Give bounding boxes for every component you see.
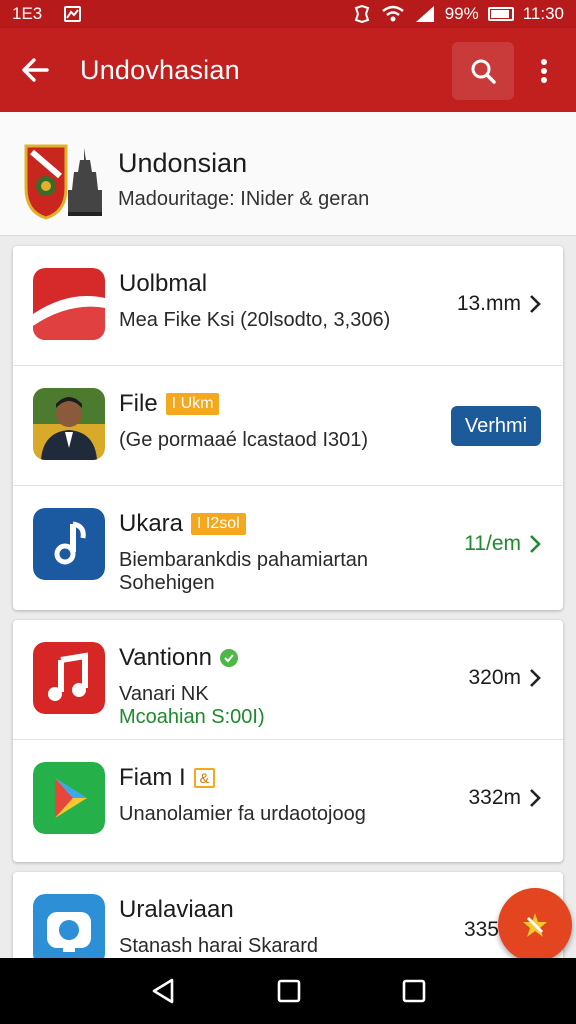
publisher-header: Undonsian Madouritage: INider & geran [0,112,576,236]
app-subtitle: Vanari NK [119,683,209,705]
app-title: Fiam I & [119,764,216,792]
verified-check-icon [219,649,238,667]
status-time: 11:30 [522,4,564,23]
app-size-text: 13.mm [456,292,521,315]
app-title-text: File [119,390,158,417]
chevron-right-icon [530,535,541,553]
chevron-right-icon [530,669,541,687]
app-subtitle-secondary: Mcoahian S:00I) [119,706,265,728]
app-title: File I Ukm [119,390,220,418]
music-red-icon [33,642,105,714]
battery-percent: 99% [444,4,479,23]
vibrate-icon [354,5,369,23]
chart-notification-icon [64,6,82,22]
list-item[interactable]: Uolbmal Mea Fike Ksi (20lsodto, 3,306) 1… [13,246,563,366]
app-size-text: 11/em [464,532,521,555]
wifi-icon [381,5,404,22]
app-title: Vantionn [119,644,238,672]
app-subtitle-secondary: Sohehigen [119,572,215,594]
verify-button[interactable]: Verhmi [451,406,541,446]
app-subtitle: Mea Fike Ksi (20lsodto, 3,306) [119,309,391,331]
publisher-title: Undonsian [118,148,248,178]
camera-app-icon [33,894,105,966]
app-subtitle: Unanolamier fa urdaotojoog [119,803,366,825]
app-size-text: 335 [463,918,499,941]
list-item[interactable]: Fiam I & Unanolamier fa urdaotojoog 332m [13,740,563,860]
nav-home-icon[interactable] [277,979,301,1003]
app-title: Uralaviaan [119,896,234,924]
back-button[interactable] [0,28,70,112]
app-size: 11/em [464,532,541,556]
music-app-icon [33,508,105,580]
app-bar: Undovhasian [0,28,576,112]
nav-recents-icon[interactable] [402,979,426,1003]
app-size: 320m [468,666,541,690]
battery-icon [487,7,514,21]
app-size-text: 320m [468,666,521,689]
play-store-icon [33,762,105,834]
signal-icon [415,6,434,22]
status-left-text: 1E3 [12,4,43,23]
app-subtitle: Biembarankdis pahamiartan [119,549,369,571]
app-subtitle: (Ge pormaaé lcastaod I301) [119,429,369,451]
app-list-card: Uolbmal Mea Fike Ksi (20lsodto, 3,306) 1… [13,246,563,610]
app-size: 335 [464,918,499,942]
app-list-card: Vantionn Vanari NK Mcoahian S:00I) 320m … [13,620,563,862]
app-tag-badge: I I2sol [191,513,246,535]
app-title-text: Vantionn [119,644,212,671]
chevron-right-icon [530,789,541,807]
list-item[interactable]: File I Ukm (Ge pormaaé lcastaod I301) Ve… [13,366,563,486]
app-title-text: Uralaviaan [119,896,234,923]
nav-back-icon[interactable] [150,977,176,1005]
floating-action-button[interactable] [498,888,572,962]
app-tag-badge: & [193,768,216,788]
app-size: 13.mm [457,292,541,316]
flag-app-icon [33,268,105,340]
system-nav-bar [0,958,576,1024]
status-bar: 1E3 99% 11:30 [0,0,576,28]
more-options-button[interactable] [524,42,564,100]
app-title-text: Fiam I [119,764,186,791]
app-title: Uolbmal [119,270,207,298]
app-title-text: Uolbmal [119,270,208,297]
app-tag-badge: I Ukm [165,393,220,415]
search-button[interactable] [452,42,514,100]
back-arrow-icon [22,58,49,82]
crest-logo-icon [24,144,102,220]
chevron-right-icon [530,295,541,313]
publisher-subtitle: Madouritage: INider & geran [118,188,370,210]
app-title-text: Ukara [119,510,184,537]
app-title: Ukara I I2sol [119,510,246,538]
search-icon [471,59,496,84]
more-vert-icon [541,59,547,83]
list-item[interactable]: Vantionn Vanari NK Mcoahian S:00I) 320m [13,620,563,740]
app-size-text: 332m [468,786,521,809]
star-edit-icon [523,913,547,937]
avatar-person-icon [33,388,105,460]
app-subtitle: Stanash harai Skarard [119,935,319,957]
list-item[interactable]: Ukara I I2sol Biembarankdis pahamiartan … [13,486,563,606]
app-size: 332m [468,786,541,810]
app-bar-title: Undovhasian [80,54,240,85]
